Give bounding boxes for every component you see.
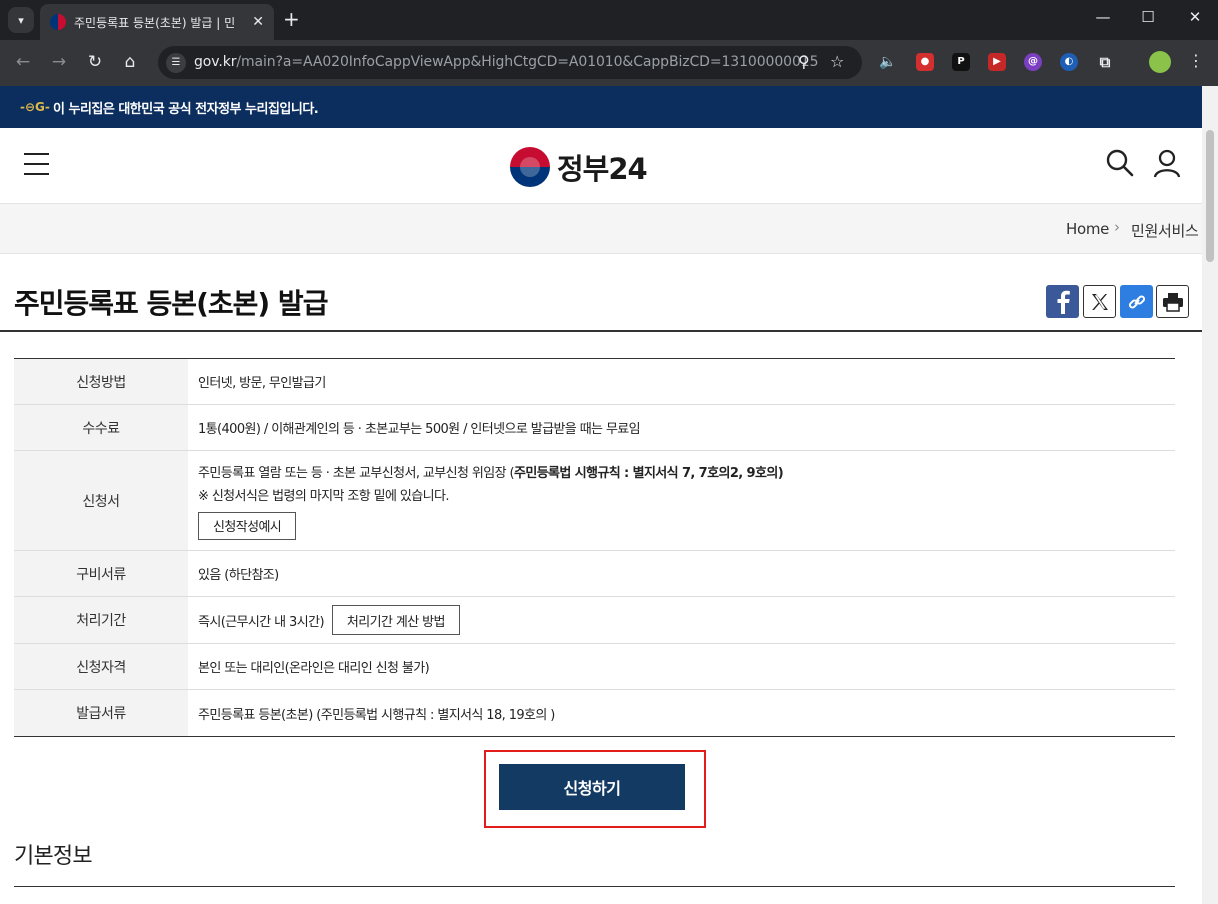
tab-list-icon[interactable]: ▾ — [8, 7, 34, 33]
chevron-right-icon: › — [1114, 218, 1120, 236]
row-value: 1통(400원) / 이해관계인의 등 · 초본교부는 500원 / 인터넷으로… — [198, 422, 641, 437]
new-tab-icon[interactable]: + — [283, 8, 300, 30]
breadcrumb-home[interactable]: Home — [1066, 220, 1109, 238]
apply-button[interactable]: 신청하기 — [499, 764, 685, 810]
address-bar[interactable]: ☰ gov.kr/main?a=AA020InfoCappViewApp&Hig… — [158, 46, 862, 79]
row-value: 인터넷, 방문, 무인발급기 — [198, 376, 326, 391]
gov-banner: -⊖G- 이 누리집은 대한민국 공식 전자정부 누리집입니다. — [0, 86, 1202, 128]
row-label: 신청자격 — [14, 644, 188, 689]
x-icon[interactable] — [1083, 285, 1116, 318]
period-text: 즉시(근무시간 내 3시간) — [198, 614, 325, 630]
table-row: 구비서류 있음 (하단참조) — [14, 551, 1175, 597]
extension-icon[interactable]: ● — [916, 53, 934, 71]
site-info-icon[interactable]: ☰ — [166, 53, 186, 73]
table-row: 처리기간 즉시(근무시간 내 3시간) 처리기간 계산 방법 — [14, 597, 1175, 644]
extensions-icon[interactable]: ⧉ — [1096, 53, 1114, 71]
form-note: ※ 신청서식은 법령의 마지막 조항 밑에 있습니다. — [198, 488, 449, 504]
browser-toolbar: ← → ↻ ⌂ ☰ gov.kr/main?a=AA020InfoCappVie… — [0, 40, 1218, 86]
hamburger-menu-icon[interactable] — [24, 153, 49, 175]
site-favicon — [50, 14, 66, 30]
facebook-icon[interactable] — [1046, 285, 1079, 318]
site-logo[interactable]: 정부24 — [510, 146, 648, 188]
table-row: 수수료 1통(400원) / 이해관계인의 등 · 초본교부는 500원 / 인… — [14, 405, 1175, 451]
row-label: 구비서류 — [14, 551, 188, 596]
service-info-table: 신청방법 인터넷, 방문, 무인발급기 수수료 1통(400원) / 이해관계인… — [14, 358, 1175, 737]
minimize-icon[interactable]: — — [1088, 8, 1118, 26]
link-icon[interactable] — [1120, 285, 1153, 318]
site-header: 정부24 — [0, 128, 1202, 204]
bookmark-star-icon[interactable]: ☆ — [830, 52, 844, 71]
taegeuk-logo-icon — [510, 147, 550, 187]
table-row: 신청자격 본인 또는 대리인(온라인은 대리인 신청 불가) — [14, 644, 1175, 690]
profile-icon[interactable] — [1149, 51, 1171, 73]
gov-banner-text[interactable]: 이 누리집은 대한민국 공식 전자정부 누리집입니다. — [53, 98, 319, 117]
home-icon[interactable]: ⌂ — [119, 51, 141, 73]
row-label: 발급서류 — [14, 690, 188, 736]
logo-text: 정부24 — [557, 152, 648, 186]
reload-icon[interactable]: ↻ — [84, 51, 106, 73]
browser-tab-bar: ▾ 주민등록표 등본(초본) 발급 | 민 ✕ + — ☐ ✕ — [0, 0, 1218, 40]
title-divider — [0, 330, 1202, 332]
zoom-icon[interactable]: ⚲ — [798, 52, 810, 71]
gov-mark-icon: -⊖G- — [20, 100, 50, 114]
search-icon[interactable] — [1105, 148, 1135, 178]
url-text[interactable]: gov.kr/main?a=AA020InfoCappViewApp&HighC… — [194, 54, 818, 70]
extension-icon[interactable]: ▶ — [988, 53, 1006, 71]
scroll-thumb[interactable] — [1206, 130, 1214, 262]
row-label: 신청방법 — [14, 359, 188, 404]
form-description: 주민등록표 열람 또는 등 · 초본 교부신청서, 교부신청 위임장 (주민등록… — [198, 465, 784, 481]
apply-highlight-box: 신청하기 — [484, 750, 706, 828]
table-row: 발급서류 주민등록표 등본(초본) (주민등록법 시행규칙 : 별지서식 18,… — [14, 690, 1175, 736]
period-calc-button[interactable]: 처리기간 계산 방법 — [331, 605, 460, 635]
row-value: 주민등록표 등본(초본) (주민등록법 시행규칙 : 별지서식 18, 19호의… — [198, 707, 555, 723]
tab-title: 주민등록표 등본(초본) 발급 | 민 — [74, 15, 236, 30]
section-divider — [14, 886, 1175, 887]
breadcrumb-current[interactable]: 민원서비스 — [1131, 220, 1199, 241]
forward-icon[interactable]: → — [48, 51, 70, 73]
row-value: 본인 또는 대리인(온라인은 대리인 신청 불가) — [198, 661, 430, 676]
table-row: 신청방법 인터넷, 방문, 무인발급기 — [14, 359, 1175, 405]
extension-icon[interactable]: @ — [1024, 53, 1042, 71]
close-tab-icon[interactable]: ✕ — [252, 14, 264, 30]
browser-tab[interactable]: 주민등록표 등본(초본) 발급 | 민 ✕ — [40, 4, 274, 40]
row-label: 신청서 — [14, 451, 188, 550]
sound-icon[interactable]: 🔈 — [879, 53, 897, 71]
menu-icon[interactable]: ⋮ — [1188, 51, 1204, 70]
print-icon[interactable] — [1156, 285, 1189, 318]
table-row: 신청서 주민등록표 열람 또는 등 · 초본 교부신청서, 교부신청 위임장 (… — [14, 451, 1175, 551]
page-title: 주민등록표 등본(초본) 발급 — [14, 287, 328, 320]
extension-icon[interactable]: P — [952, 53, 970, 71]
back-icon[interactable]: ← — [12, 51, 34, 73]
row-value: 즉시(근무시간 내 3시간) 처리기간 계산 방법 — [188, 597, 1175, 643]
row-value: 주민등록표 열람 또는 등 · 초본 교부신청서, 교부신청 위임장 (주민등록… — [188, 451, 1175, 550]
basic-info-heading: 기본정보 — [14, 844, 93, 869]
close-window-icon[interactable]: ✕ — [1180, 8, 1210, 26]
row-label: 수수료 — [14, 405, 188, 450]
web-page: -⊖G- 이 누리집은 대한민국 공식 전자정부 누리집입니다. 정부24 Ho… — [0, 86, 1202, 904]
user-icon[interactable] — [1152, 148, 1182, 178]
row-value: 있음 (하단참조) — [198, 568, 279, 583]
breadcrumb: Home › 민원서비스 — [0, 204, 1202, 254]
form-example-button[interactable]: 신청작성예시 — [198, 511, 297, 540]
extension-icon[interactable]: ◐ — [1060, 53, 1078, 71]
page-scrollbar[interactable] — [1202, 86, 1218, 904]
maximize-icon[interactable]: ☐ — [1133, 8, 1163, 26]
row-label: 처리기간 — [14, 597, 188, 643]
